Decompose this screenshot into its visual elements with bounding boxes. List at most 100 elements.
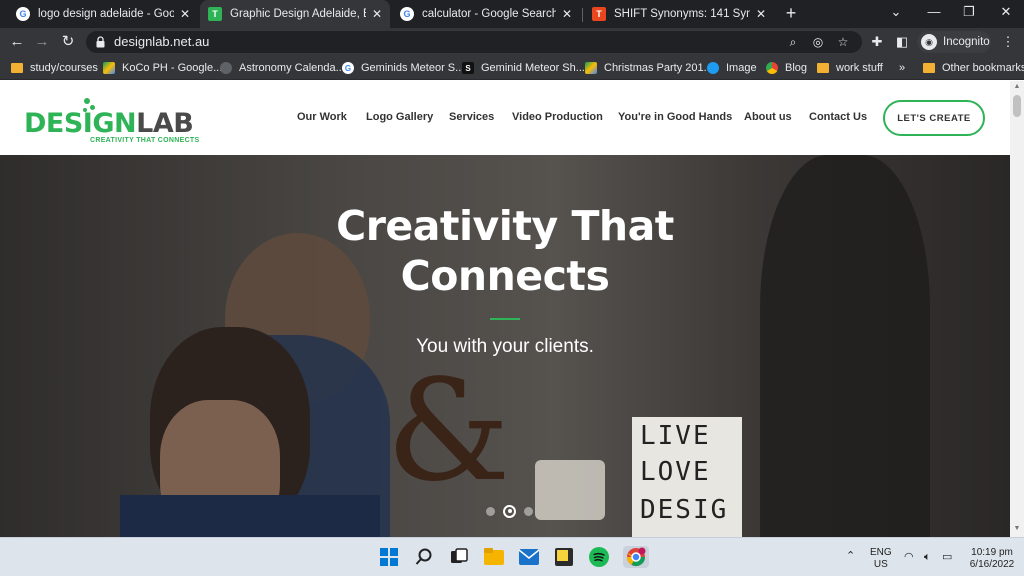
volume-icon[interactable]: 🔈︎ [924,551,931,563]
google-drive-icon [585,62,597,74]
slide-dot-2-active[interactable] [503,504,516,518]
folder-icon [923,63,935,73]
lightbox-line: LOVE [640,457,711,487]
logo-tagline: CREATIVITY THAT CONNECTS [90,137,200,144]
lightbox-line: LIVE [640,421,711,451]
close-window-icon[interactable]: ✕ [996,4,1016,20]
hero-subtitle: You with your clients. [416,336,594,357]
google-drive-icon [103,62,115,74]
bookmark-astronomy-calendar[interactable]: Astronomy Calenda... [220,60,345,76]
bookmark-blog[interactable]: Blog [766,60,807,76]
lets-create-button[interactable]: LET'S CREATE [883,100,985,136]
close-tab-icon[interactable]: ✕ [180,7,190,21]
slide-dot-3[interactable] [524,506,533,516]
web-page: DESIGNLAB CREATIVITY THAT CONNECTS Our W… [0,81,1010,537]
minimize-icon[interactable]: — [924,4,944,19]
mail-icon[interactable] [518,546,540,568]
slide-dot-1[interactable] [486,506,495,516]
nav-contact-us[interactable]: Contact Us [809,111,867,127]
google-icon: G [342,62,354,74]
bookmark-label: Geminid Meteor Sh... [481,62,585,74]
tab-logo-design[interactable]: G logo design adelaide - Google Se ✕ [8,0,198,28]
bookmarks-bar: study/courses KoCo PH - Google... Astron… [0,56,1024,80]
battery-icon[interactable]: ▭ [942,551,952,563]
close-tab-icon[interactable]: ✕ [756,7,766,21]
search-icon[interactable] [413,546,435,568]
reload-icon[interactable]: ↻ [59,33,77,51]
incognito-icon: ◉ [921,34,937,50]
incognito-label: Incognito [943,36,990,48]
clock-date: 6/16/2022 [969,559,1015,570]
scroll-down-icon[interactable]: ▼ [1013,525,1021,532]
hero-slider: & LIVE LOVE DESIG Creativity That Connec… [0,155,1010,537]
side-panel-icon[interactable]: ◧ [893,33,911,51]
restore-icon[interactable]: ❐ [959,4,979,20]
new-tab-button[interactable]: + [782,4,800,22]
bookmark-study-courses[interactable]: study/courses [11,60,98,76]
site-header: DESIGNLAB CREATIVITY THAT CONNECTS Our W… [0,81,1010,155]
bookmark-geminids-2[interactable]: S Geminid Meteor Sh... [462,60,585,76]
nav-services[interactable]: Services [449,111,494,127]
language-indicator[interactable]: ENG US [870,547,892,571]
squarespace-icon: S [462,62,474,74]
bookmark-work-stuff[interactable]: work stuff [817,60,883,76]
lock-icon [96,36,105,48]
nav-logo-gallery[interactable]: Logo Gallery [366,111,433,127]
zoom-icon[interactable]: ⌕ [786,35,800,49]
sticky-notes-icon[interactable] [553,546,575,568]
task-view-icon[interactable] [448,546,470,568]
windows-start-icon[interactable] [378,546,400,568]
language-code: ENG [870,547,892,558]
show-hidden-icons[interactable]: ⌃ [846,550,855,562]
nav-video-production[interactable]: Video Production [512,111,603,127]
tab-search-icon[interactable]: ⌄ [886,4,906,20]
bookmark-label: Blog [785,62,808,74]
tab-title: SHIFT Synonyms: 141 Synonyms [614,8,750,20]
bookmark-label: Astronomy Calenda... [239,62,345,74]
bookmark-koco-ph[interactable]: KoCo PH - Google... [103,60,222,76]
page-scrollbar[interactable]: ▲ ▼ [1010,81,1024,537]
hero-title-line1: Creativity That [336,202,674,250]
spotify-icon[interactable] [588,546,610,568]
bookmark-label: KoCo PH - Google... [122,62,223,74]
bookmark-label: study/courses [30,62,98,74]
incognito-badge[interactable]: ◉ Incognito [917,31,991,53]
vase-shape [535,460,605,520]
logo-wordmark: DESIGNLAB [24,108,194,139]
slider-pagination [482,504,537,518]
foreground-shirt-shape [120,495,380,537]
bookmark-star-icon[interactable]: ☆ [836,35,850,49]
nav-good-hands[interactable]: You're in Good Hands [618,111,732,127]
chrome-taskbar-icon[interactable] [623,546,649,568]
clock[interactable]: 10:19 pm 6/16/2022 [964,547,1020,571]
tab-strip: G logo design adelaide - Google Se ✕ T G… [0,0,1024,28]
nav-our-work[interactable]: Our Work [297,111,347,127]
close-tab-icon[interactable]: ✕ [372,7,382,21]
hero-title-line2: Connects [400,252,610,300]
tab-graphic-design[interactable]: T Graphic Design Adelaide, Brandi ✕ [200,0,390,28]
more-bookmarks-button[interactable]: » [899,60,905,76]
bookmark-geminids-1[interactable]: G Geminids Meteor S... [342,60,464,76]
address-bar[interactable]: designlab.net.au ⌕ ◎ ☆ [86,31,862,53]
bookmark-other-bookmarks[interactable]: Other bookmarks [923,60,1024,76]
designlab-logo[interactable]: DESIGNLAB CREATIVITY THAT CONNECTS [24,97,200,145]
ampersand-decor: & [386,350,511,513]
scroll-thumb[interactable] [1013,95,1021,117]
wifi-icon[interactable]: ◠ [904,551,914,563]
bookmark-christmas-party[interactable]: Christmas Party 201... [585,60,713,76]
eye-off-icon[interactable]: ◎ [811,35,825,49]
back-icon[interactable]: ← [8,33,26,51]
close-tab-icon[interactable]: ✕ [562,7,572,21]
folder-icon [817,63,829,73]
nav-about-us[interactable]: About us [744,111,792,127]
menu-kebab-icon[interactable]: ⋮ [999,33,1017,51]
tab-shift-synonyms[interactable]: T SHIFT Synonyms: 141 Synonyms ✕ [584,0,774,28]
bookmark-image[interactable]: Image [707,60,757,76]
tab-title: calculator - Google Search [422,8,556,20]
tab-calculator[interactable]: G calculator - Google Search ✕ [392,0,580,28]
file-explorer-icon[interactable] [483,546,505,568]
hero-title: Creativity That Connects [0,201,1010,301]
scroll-up-icon[interactable]: ▲ [1013,83,1021,90]
forward-icon[interactable]: → [33,33,51,51]
extensions-icon[interactable]: ✚ [868,33,886,51]
